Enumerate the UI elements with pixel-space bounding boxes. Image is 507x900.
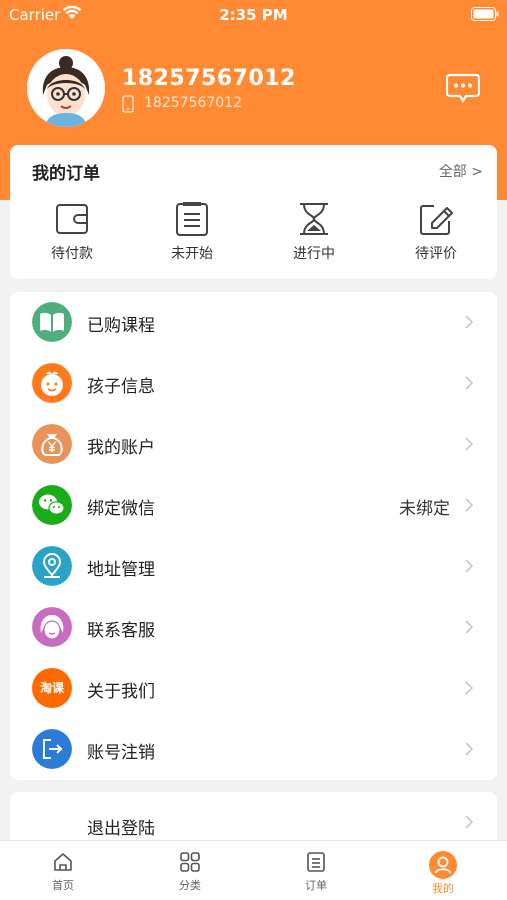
grid-icon [180,852,200,872]
wallet-icon [56,204,88,234]
menu-item-purchased-courses[interactable]: 已购课程 [10,292,497,353]
menu-label: 已购课程 [87,316,155,336]
tab-category[interactable]: 分类 [140,851,240,893]
order-in-progress[interactable]: 进行中 [264,201,364,263]
menu-item-child-info[interactable]: 孩子信息 [10,353,497,414]
home-icon [54,853,72,871]
money-bag-icon [32,424,72,464]
phone-number: 18257567012 [144,95,242,111]
menu-item-address[interactable]: 地址管理 [10,536,497,597]
order-label: 进行中 [293,246,335,262]
chevron-right-icon [465,498,473,512]
order-label: 待评价 [415,246,457,262]
phone-icon [122,95,134,113]
chevron-right-icon [465,620,473,634]
order-pending-payment[interactable]: 待付款 [22,201,122,263]
menu-card: 已购课程 孩子信息 我的账户 绑定微信 未绑定 地址管理 联系客服 淘课 关于我… [10,292,497,780]
order-not-started[interactable]: 未开始 [142,201,242,263]
menu-label: 关于我们 [87,682,155,702]
chevron-right-icon [465,681,473,695]
menu-label: 绑定微信 [87,499,155,519]
chevron-right-icon [465,376,473,390]
chevron-right-icon [465,815,473,829]
status-time: 2:35 PM [219,6,288,24]
logout-label: 退出登陆 [87,819,155,839]
menu-label: 孩子信息 [87,377,155,397]
username: 18257567012 [122,66,296,91]
tab-label: 首页 [52,879,74,892]
book-icon [32,302,72,342]
orders-card: 我的订单 全部 > 待付款 未开始 进行中 待评价 [10,145,497,279]
child-face-icon [32,363,72,403]
menu-item-about-us[interactable]: 淘课 关于我们 [10,658,497,719]
order-label: 待付款 [51,246,93,262]
exit-icon [32,729,72,769]
order-to-review[interactable]: 待评价 [386,201,486,263]
hourglass-icon [300,203,328,235]
chevron-right-icon [465,559,473,573]
menu-label: 联系客服 [87,621,155,641]
status-bar: Carrier 2:35 PM [0,0,507,30]
taoke-logo-icon: 淘课 [32,668,72,708]
taoke-logo-text: 淘课 [39,681,64,695]
order-label: 未开始 [171,246,213,262]
menu-item-customer-service[interactable]: 联系客服 [10,597,497,658]
menu-item-bind-wechat[interactable]: 绑定微信 未绑定 [10,475,497,536]
clipboard-icon [176,202,208,236]
tab-label: 订单 [305,879,327,892]
wechat-icon [32,485,72,525]
menu-item-account-deletion[interactable]: 账号注销 [10,719,497,780]
girl-avatar-icon [27,49,105,127]
list-icon [307,852,325,872]
menu-item-my-account[interactable]: 我的账户 [10,414,497,475]
location-icon [32,546,72,586]
tab-mine[interactable]: 我的 [393,851,493,896]
menu-label: 账号注销 [87,743,155,763]
menu-label: 地址管理 [87,560,155,580]
avatar[interactable] [27,49,105,127]
profile-icon [429,851,457,879]
menu-label: 我的账户 [87,438,155,458]
edit-icon [420,205,453,235]
customer-service-icon [32,607,72,647]
battery-icon [471,7,499,21]
tab-home[interactable]: 首页 [13,851,113,893]
chevron-right-icon [465,315,473,329]
tab-bar: 首页 分类 订单 我的 [0,840,507,900]
tab-orders[interactable]: 订单 [266,851,366,893]
message-icon[interactable] [446,73,480,103]
tab-label: 分类 [179,879,201,892]
tab-label: 我的 [432,882,454,895]
orders-title: 我的订单 [32,164,100,184]
orders-all-link[interactable]: 全部 > [439,161,483,181]
chevron-right-icon [465,742,473,756]
chevron-right-icon [465,437,473,451]
wechat-bind-status: 未绑定 [399,499,450,519]
